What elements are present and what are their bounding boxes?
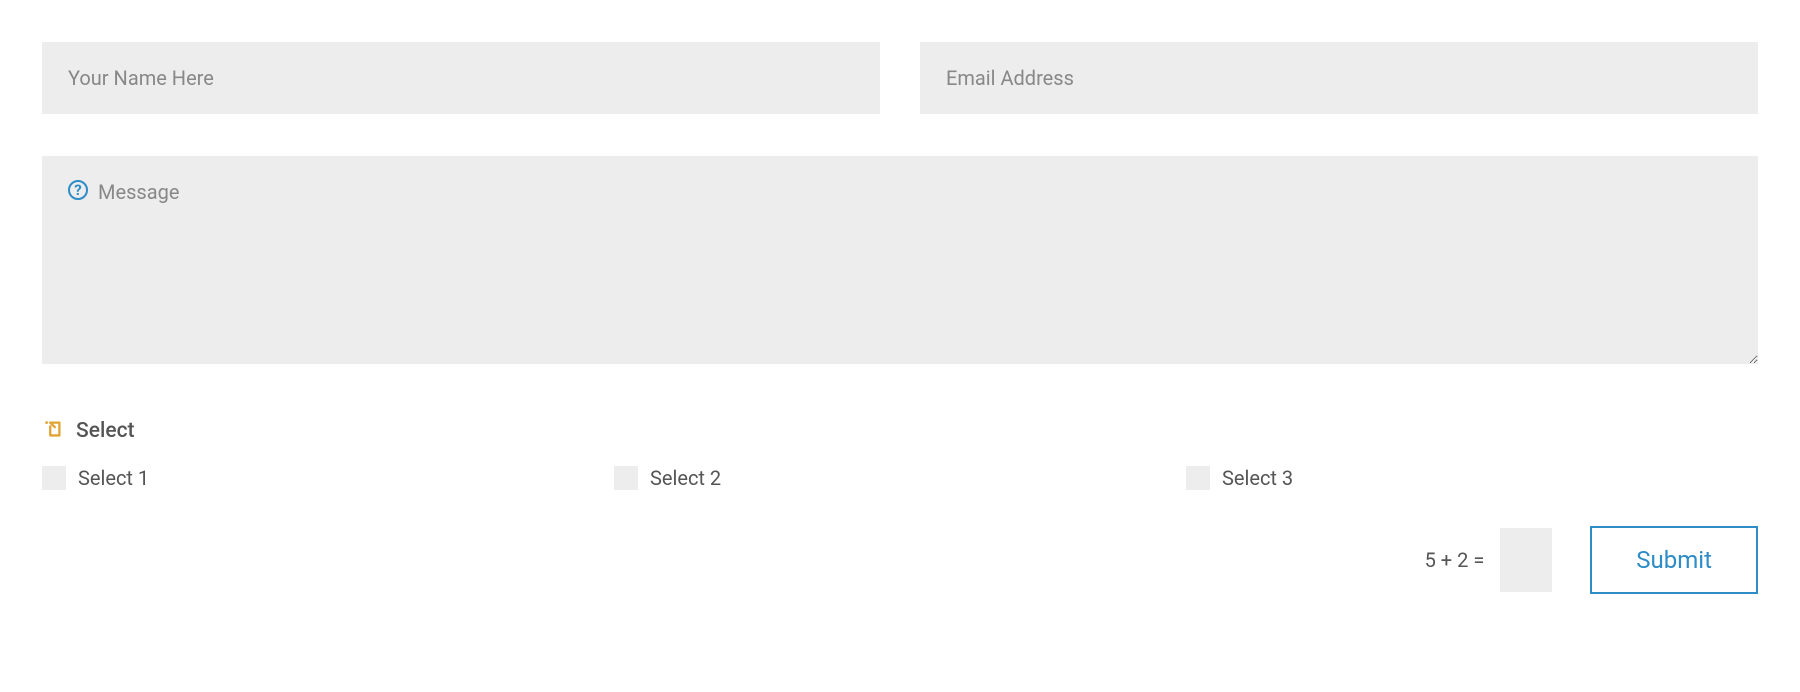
name-input[interactable] xyxy=(42,42,880,114)
checkbox-box[interactable] xyxy=(614,466,638,490)
checkbox-item-3[interactable]: Select 3 xyxy=(1186,466,1758,490)
checkbox-label: Select 3 xyxy=(1222,466,1293,490)
input-row xyxy=(42,42,1758,114)
message-textarea[interactable] xyxy=(42,156,1758,364)
message-wrapper: ? xyxy=(42,156,1758,368)
arrow-corner-icon xyxy=(42,418,64,444)
select-header: Select xyxy=(42,418,1758,444)
checkbox-item-2[interactable]: Select 2 xyxy=(614,466,1186,490)
contact-form: ? Select Select 1 Select 2 xyxy=(42,42,1758,594)
captcha-input[interactable] xyxy=(1500,528,1552,592)
checkbox-item-1[interactable]: Select 1 xyxy=(42,466,614,490)
captcha-question: 5 + 2 = xyxy=(1425,548,1485,572)
email-input[interactable] xyxy=(920,42,1758,114)
checkbox-box[interactable] xyxy=(1186,466,1210,490)
select-section: Select Select 1 Select 2 Select 3 xyxy=(42,418,1758,490)
select-label: Select xyxy=(76,419,135,443)
checkbox-row: Select 1 Select 2 Select 3 xyxy=(42,466,1758,490)
checkbox-label: Select 1 xyxy=(78,466,149,490)
submit-row: 5 + 2 = Submit xyxy=(42,526,1758,594)
submit-button[interactable]: Submit xyxy=(1590,526,1758,594)
checkbox-label: Select 2 xyxy=(650,466,721,490)
checkbox-box[interactable] xyxy=(42,466,66,490)
